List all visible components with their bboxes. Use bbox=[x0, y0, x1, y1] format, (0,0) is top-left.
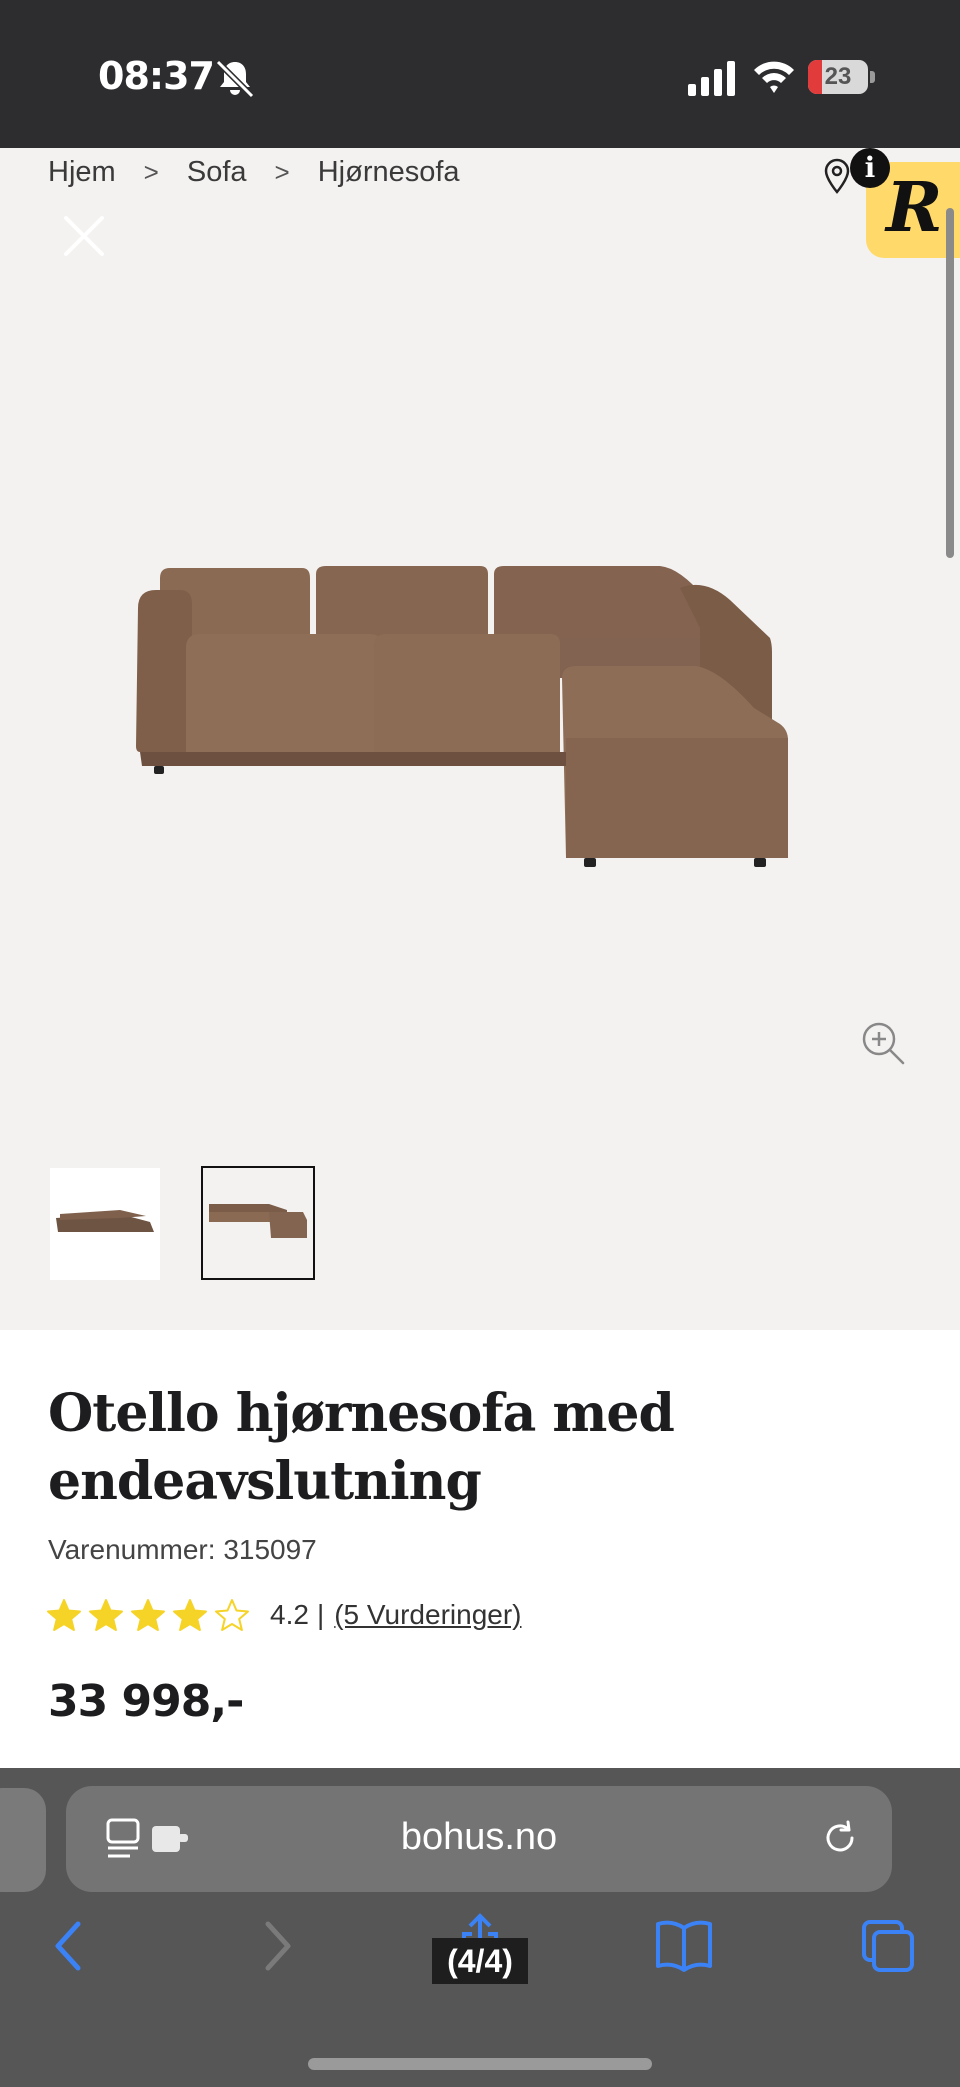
browser-toolbar: bohus.no (4/4) bbox=[0, 1768, 960, 2087]
zoom-in-icon[interactable] bbox=[860, 1020, 906, 1066]
thumbnail-1[interactable] bbox=[50, 1168, 160, 1280]
battery-level: 23 bbox=[824, 63, 852, 90]
back-icon[interactable] bbox=[48, 1918, 88, 1974]
rating-stars bbox=[46, 1598, 250, 1632]
page-counter: (4/4) bbox=[432, 1938, 528, 1984]
wifi-icon bbox=[754, 61, 794, 93]
tabs-icon[interactable] bbox=[860, 1918, 916, 1974]
star-icon bbox=[215, 1599, 249, 1631]
rating-separator: | bbox=[316, 1599, 325, 1630]
battery-icon: 23 bbox=[808, 60, 876, 94]
previous-tab-preview[interactable] bbox=[0, 1788, 46, 1892]
breadcrumb-separator: > bbox=[274, 157, 290, 187]
bookmarks-icon[interactable] bbox=[654, 1918, 714, 1974]
breadcrumb-separator: > bbox=[143, 157, 159, 187]
breadcrumb-corner-sofa[interactable]: Hjørnesofa bbox=[318, 156, 460, 189]
star-icon bbox=[89, 1599, 123, 1631]
product-sku: Varenummer: 315097 bbox=[48, 1534, 317, 1565]
reload-icon[interactable] bbox=[818, 1816, 862, 1860]
product-title: Otello hjørnesofa med endeavslutning bbox=[48, 1383, 675, 1512]
thumbnail-2[interactable] bbox=[201, 1166, 315, 1280]
badge-letter: R bbox=[886, 168, 943, 248]
bell-slash-icon bbox=[215, 59, 255, 98]
product-info: Otello hjørnesofa med endeavslutning Var… bbox=[0, 1330, 960, 1768]
signal-icon bbox=[688, 61, 735, 96]
location-icon[interactable] bbox=[822, 158, 852, 194]
product-gallery: Hjem > Sofa > Hjørnesofa R i bbox=[0, 148, 960, 1330]
url-text[interactable]: bohus.no bbox=[66, 1816, 892, 1859]
address-bar[interactable]: bohus.no bbox=[66, 1786, 892, 1892]
info-icon[interactable]: i bbox=[850, 148, 890, 188]
home-indicator bbox=[308, 2058, 652, 2070]
product-price: 33 998,- bbox=[48, 1676, 244, 1727]
star-icon bbox=[173, 1599, 207, 1631]
scrollbar[interactable] bbox=[946, 208, 954, 558]
breadcrumb-sofa[interactable]: Sofa bbox=[187, 156, 247, 189]
reviews-link[interactable]: (5 Vurderinger) bbox=[334, 1599, 521, 1631]
breadcrumb-home[interactable]: Hjem bbox=[48, 156, 116, 189]
rating-value: 4.2 bbox=[270, 1599, 309, 1630]
status-time: 08:37 bbox=[98, 54, 215, 98]
star-icon bbox=[131, 1599, 165, 1631]
star-icon bbox=[47, 1599, 81, 1631]
product-image[interactable] bbox=[120, 538, 840, 978]
breadcrumb: Hjem > Sofa > Hjørnesofa bbox=[48, 156, 460, 189]
product-rating: 4.2 | (5 Vurderinger) bbox=[46, 1598, 521, 1632]
forward-icon[interactable] bbox=[258, 1918, 298, 1974]
status-bar: 08:37 23 bbox=[0, 0, 960, 148]
close-icon[interactable] bbox=[60, 212, 108, 260]
